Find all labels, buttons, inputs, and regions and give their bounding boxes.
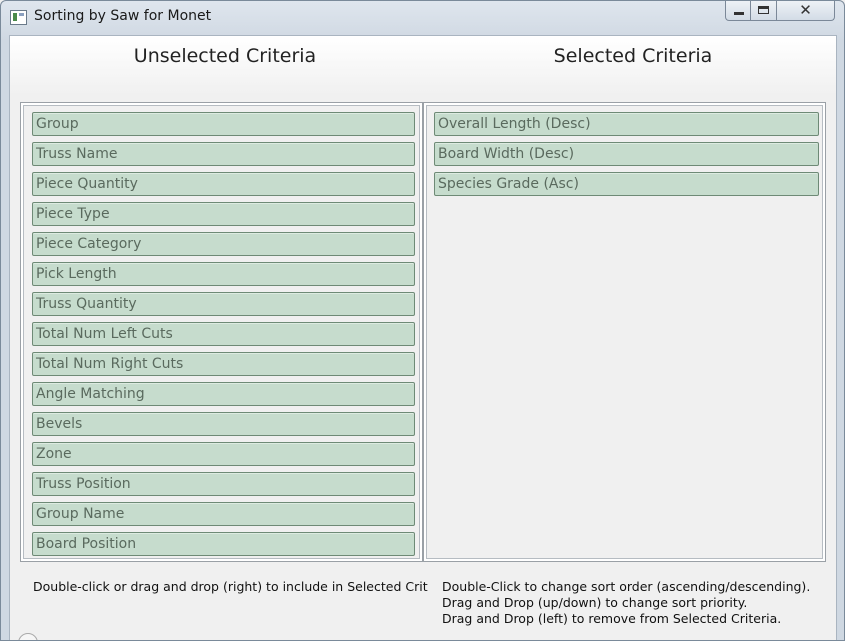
unselected-criteria-item[interactable]: Group Name: [32, 502, 415, 526]
unselected-criteria-header: Unselected Criteria: [133, 45, 317, 67]
maximize-button[interactable]: [751, 1, 777, 21]
unselected-criteria-item[interactable]: Group: [32, 112, 415, 136]
unselected-criteria-item[interactable]: Truss Name: [32, 142, 415, 166]
unselected-criteria-item[interactable]: Bevels: [32, 412, 415, 436]
unselected-criteria-item[interactable]: Pick Length: [32, 262, 415, 286]
selected-criteria-header: Selected Criteria: [553, 45, 713, 67]
dialog-content: Unselected Criteria Selected Criteria Gr…: [9, 35, 837, 640]
unselected-criteria-item[interactable]: Angle Matching: [32, 382, 415, 406]
unselected-criteria-panel[interactable]: Group Truss Name Piece Quantity Piece Type P…: [20, 102, 423, 562]
selected-help-line: Drag and Drop (left) to remove from Sele…: [442, 611, 782, 626]
unselected-criteria-item[interactable]: Piece Type: [32, 202, 415, 226]
selected-help-line: Double-Click to change sort order (ascen…: [442, 579, 811, 594]
close-button[interactable]: ✕: [777, 1, 835, 21]
unselected-criteria-list[interactable]: Group Truss Name Piece Quantity Piece Type P…: [32, 112, 415, 562]
app-window-icon: [10, 10, 27, 25]
close-icon: ✕: [799, 1, 812, 19]
app-window: Sorting by Saw for Monet ✕ Unselected Cr…: [0, 0, 845, 641]
unselected-criteria-item[interactable]: Truss Position: [32, 472, 415, 496]
unselected-criteria-item[interactable]: Zone: [32, 442, 415, 466]
maximize-icon: [758, 6, 769, 14]
selected-help-line: Drag and Drop (up/down) to change sort p…: [442, 595, 748, 610]
unselected-criteria-item[interactable]: Total Num Right Cuts: [32, 352, 415, 376]
minimize-button[interactable]: [725, 1, 751, 21]
unselected-criteria-item[interactable]: Piece Category: [32, 232, 415, 256]
selected-criteria-item[interactable]: Overall Length (Desc): [434, 112, 819, 136]
minimize-icon: [734, 12, 744, 15]
caption-buttons: ✕: [725, 1, 835, 21]
unselected-criteria-item[interactable]: Total Num Left Cuts: [32, 322, 415, 346]
selected-criteria-panel[interactable]: Overall Length (Desc) Board Width (Desc) S…: [423, 102, 826, 562]
title-bar[interactable]: Sorting by Saw for Monet ✕: [1, 1, 844, 33]
selected-criteria-item[interactable]: Board Width (Desc): [434, 142, 819, 166]
unselected-criteria-item[interactable]: Piece Quantity: [32, 172, 415, 196]
unselected-criteria-item[interactable]: Board Position: [32, 532, 415, 556]
window-title: Sorting by Saw for Monet: [34, 8, 212, 24]
unselected-criteria-item[interactable]: Truss Quantity: [32, 292, 415, 316]
unselected-help-text: Double-click or drag and drop (right) to…: [33, 579, 428, 594]
selected-criteria-list[interactable]: Overall Length (Desc) Board Width (Desc) S…: [434, 112, 819, 202]
selected-criteria-item[interactable]: Species Grade (Asc): [434, 172, 819, 196]
status-circle-icon: [18, 633, 38, 640]
selected-help-text: Double-Click to change sort order (ascen…: [442, 579, 810, 627]
